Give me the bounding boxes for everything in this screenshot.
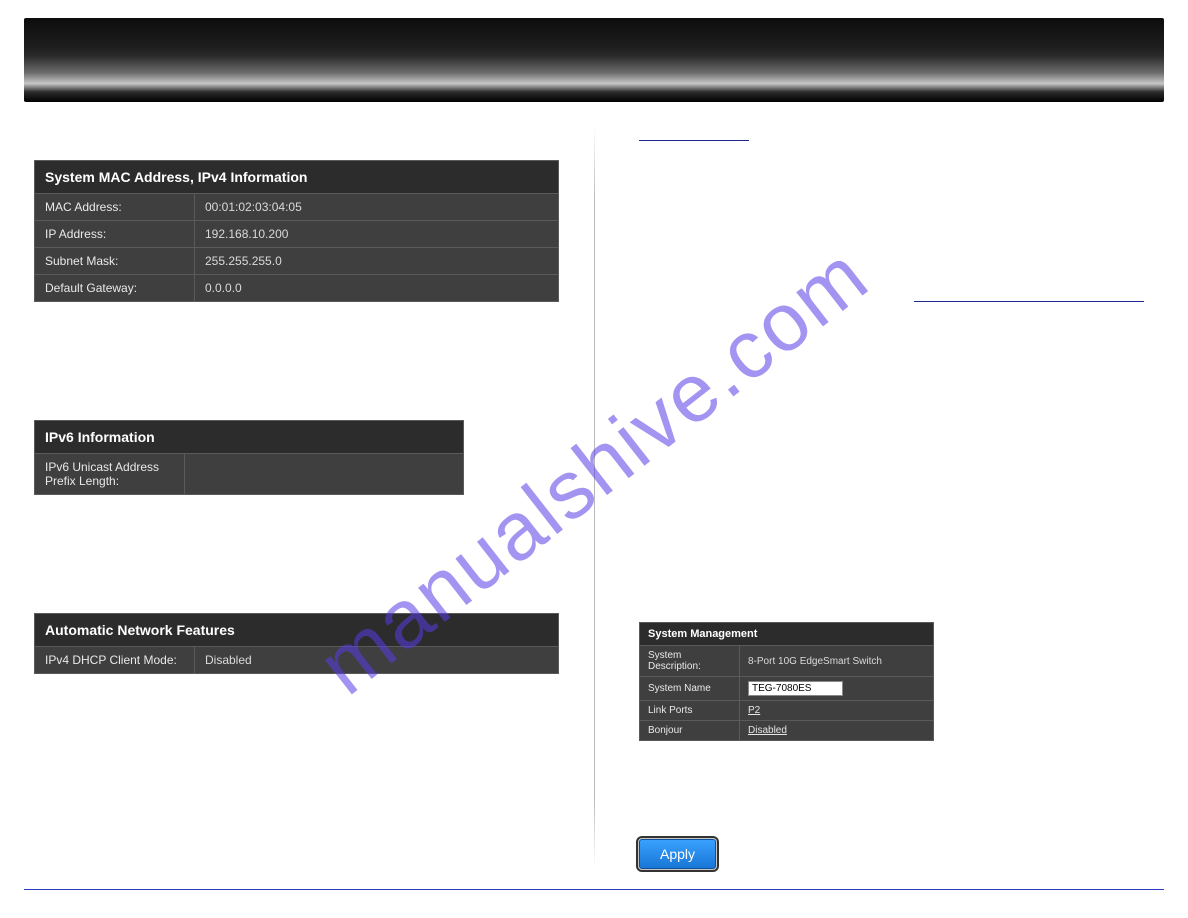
- table-row: Link Ports P2: [640, 701, 934, 721]
- left-column: System MAC Address, IPv4 Information MAC…: [24, 102, 599, 879]
- heading-underline: [639, 140, 749, 141]
- ip-address-value: 192.168.10.200: [195, 221, 559, 248]
- ipv6-unicast-value: [185, 454, 464, 495]
- table-row: IPv4 DHCP Client Mode: Disabled: [35, 647, 559, 674]
- default-gateway-value: 0.0.0.0: [195, 275, 559, 302]
- table-row: MAC Address: 00:01:02:03:04:05: [35, 194, 559, 221]
- sys-name-label: System Name: [640, 677, 740, 701]
- mac-address-label: MAC Address:: [35, 194, 195, 221]
- ipv4-panel-title: System MAC Address, IPv4 Information: [35, 161, 559, 194]
- sys-desc-label: System Description:: [640, 646, 740, 677]
- table-row: IPv6 Unicast Address Prefix Length:: [35, 454, 464, 495]
- top-banner: [24, 18, 1164, 102]
- ipv4-info-panel: System MAC Address, IPv4 Information MAC…: [34, 160, 559, 302]
- sys-name-cell: [740, 677, 934, 701]
- auto-panel-title: Automatic Network Features: [35, 614, 559, 647]
- subnet-mask-value: 255.255.255.0: [195, 248, 559, 275]
- heading-underline: [914, 301, 1144, 302]
- subnet-mask-label: Subnet Mask:: [35, 248, 195, 275]
- ip-address-label: IP Address:: [35, 221, 195, 248]
- link-ports-link[interactable]: P2: [748, 705, 760, 716]
- system-management-panel: System Management System Description: 8-…: [639, 622, 934, 741]
- table-row: IP Address: 192.168.10.200: [35, 221, 559, 248]
- footer-divider: [24, 889, 1164, 890]
- apply-button[interactable]: Apply: [639, 839, 716, 869]
- link-ports-cell: P2: [740, 701, 934, 721]
- mac-address-value: 00:01:02:03:04:05: [195, 194, 559, 221]
- auto-network-panel: Automatic Network Features IPv4 DHCP Cli…: [34, 613, 559, 674]
- ipv6-panel-title: IPv6 Information: [35, 421, 464, 454]
- bonjour-cell: Disabled: [740, 721, 934, 741]
- link-ports-label: Link Ports: [640, 701, 740, 721]
- sys-desc-value: 8-Port 10G EdgeSmart Switch: [740, 646, 934, 677]
- table-row: System Description: 8-Port 10G EdgeSmart…: [640, 646, 934, 677]
- system-name-input[interactable]: [748, 681, 843, 696]
- table-row: System Name: [640, 677, 934, 701]
- bonjour-link[interactable]: Disabled: [748, 725, 787, 736]
- dhcp-mode-label: IPv4 DHCP Client Mode:: [35, 647, 195, 674]
- ipv6-unicast-label: IPv6 Unicast Address Prefix Length:: [35, 454, 185, 495]
- bonjour-label: Bonjour: [640, 721, 740, 741]
- sys-mgmt-title: System Management: [640, 623, 934, 646]
- table-row: Default Gateway: 0.0.0.0: [35, 275, 559, 302]
- default-gateway-label: Default Gateway:: [35, 275, 195, 302]
- right-column: System Management System Description: 8-…: [599, 102, 1164, 879]
- table-row: Bonjour Disabled: [640, 721, 934, 741]
- ipv6-info-panel: IPv6 Information IPv6 Unicast Address Pr…: [34, 420, 464, 495]
- table-row: Subnet Mask: 255.255.255.0: [35, 248, 559, 275]
- dhcp-mode-value: Disabled: [195, 647, 559, 674]
